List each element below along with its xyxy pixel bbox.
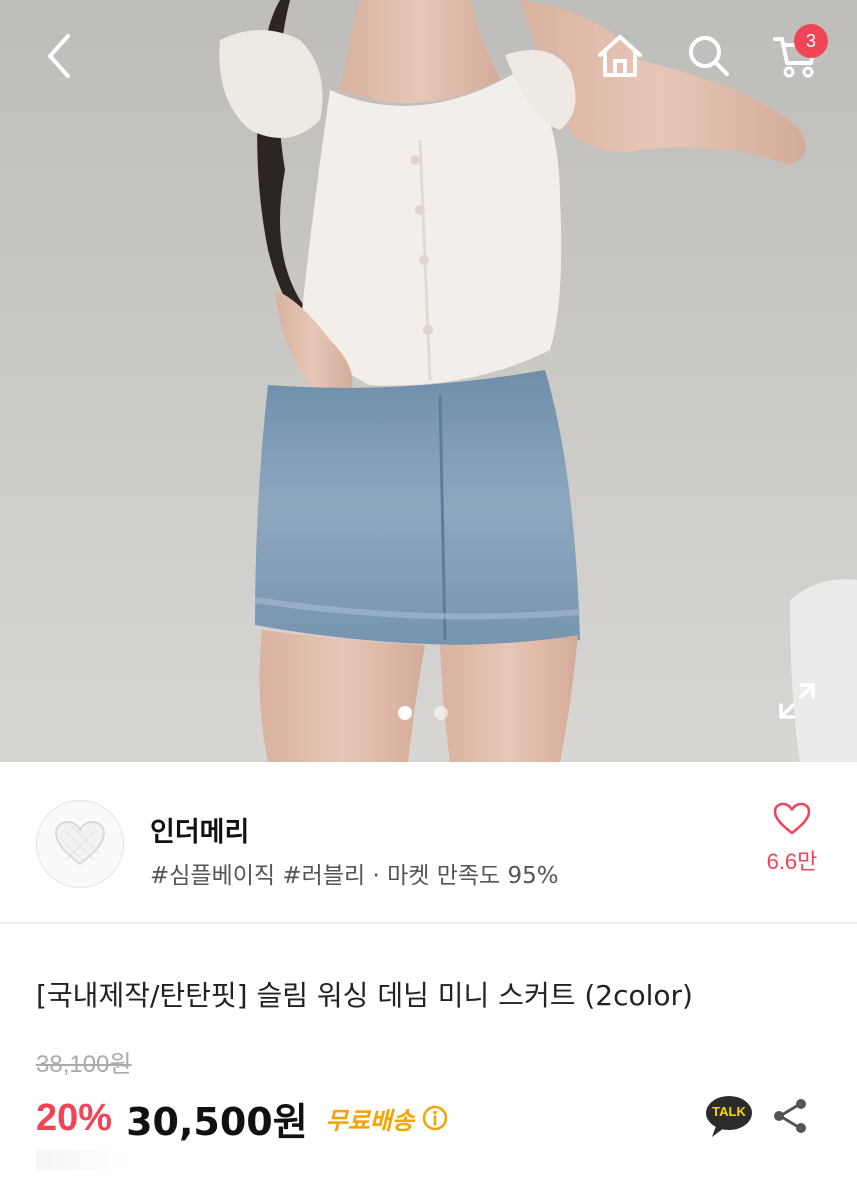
kakao-talk-button[interactable]: TALK xyxy=(704,1094,754,1140)
expand-image-button[interactable] xyxy=(772,676,822,726)
shop-avatar[interactable] xyxy=(36,800,124,888)
discount-rate: 20% xyxy=(36,1096,113,1139)
expand-icon xyxy=(779,683,815,719)
content-fade xyxy=(36,1150,132,1170)
share-button[interactable] xyxy=(770,1096,810,1136)
product-image-gallery[interactable]: 3 xyxy=(0,0,857,762)
original-price: 38,100원 xyxy=(36,1051,132,1078)
price-row: 20% 30,500원 무료배송 xyxy=(36,1090,448,1146)
home-button[interactable] xyxy=(592,28,648,84)
gallery-dot-2[interactable] xyxy=(434,706,448,720)
talk-label: TALK xyxy=(712,1104,746,1119)
shop-info[interactable]: 인더메리 #심플베이직 #러블리 · 마켓 만족도 95% 6.6만 xyxy=(0,762,857,924)
gallery-pagination xyxy=(398,706,448,720)
home-icon xyxy=(598,35,642,77)
search-icon xyxy=(689,36,729,76)
free-shipping-label: 무료배송 xyxy=(325,1106,414,1135)
gallery-dot-1[interactable] xyxy=(398,706,412,720)
product-photo xyxy=(0,0,857,762)
share-icon xyxy=(774,1099,806,1133)
like-button[interactable]: 6.6만 xyxy=(752,802,832,886)
shipping-info-icon[interactable] xyxy=(422,1105,448,1131)
back-button[interactable] xyxy=(32,28,88,84)
shop-tags: #심플베이직 #러블리 · 마켓 만족도 95% xyxy=(150,863,559,889)
shop-name[interactable]: 인더메리 xyxy=(150,810,249,849)
heart-logo-icon xyxy=(54,820,106,866)
cart-count-badge: 3 xyxy=(794,24,828,58)
product-title: [국내제작/탄탄핏] 슬림 워싱 데님 미니 스커트 (2color) xyxy=(36,979,693,1012)
like-count: 6.6만 xyxy=(766,849,818,874)
chevron-left-icon xyxy=(48,34,70,78)
search-button[interactable] xyxy=(681,28,737,84)
heart-outline-icon xyxy=(773,802,811,835)
sale-price: 30,500원 xyxy=(126,1099,308,1144)
